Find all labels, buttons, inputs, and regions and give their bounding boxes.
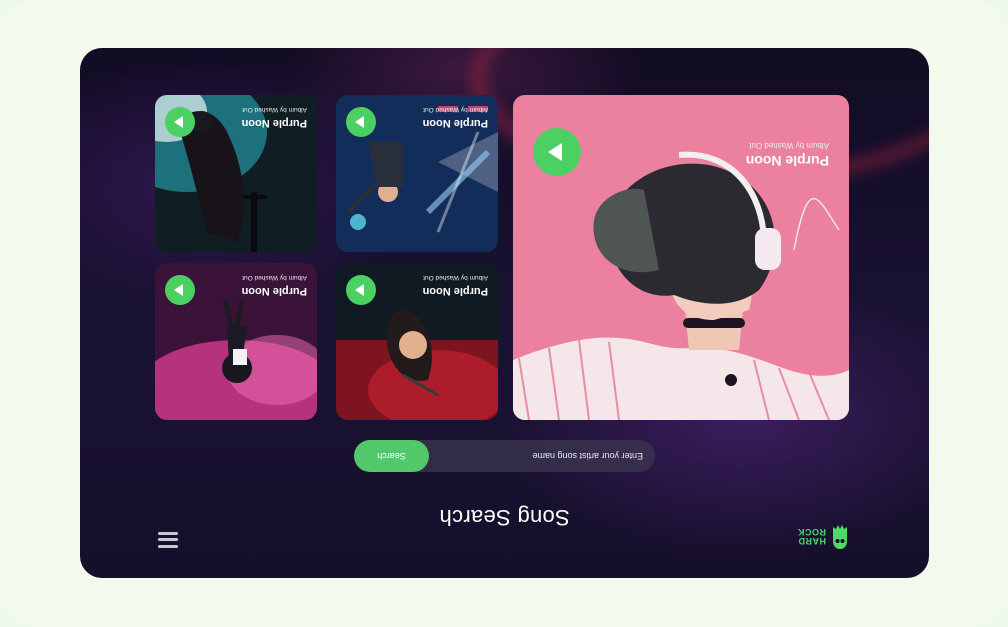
- search-input[interactable]: [443, 440, 643, 472]
- album-title: Purple Noon: [422, 285, 488, 297]
- play-icon[interactable]: [346, 107, 376, 137]
- play-triangle: [174, 116, 183, 128]
- menu-line: [158, 538, 178, 542]
- play-icon[interactable]: [165, 275, 195, 305]
- play-icon[interactable]: [533, 128, 581, 176]
- featured-album-title: Purple Noon: [745, 153, 829, 169]
- page-title: Song Search: [439, 505, 570, 530]
- featured-album-subtitle: Album by Washed Out: [749, 141, 829, 150]
- app-frame: HARD ROCK Song Search Search: [80, 48, 929, 578]
- search-button[interactable]: Search: [354, 440, 429, 472]
- search-bar: Search: [354, 440, 655, 472]
- play-triangle: [355, 284, 364, 296]
- album-title: Purple Noon: [241, 117, 307, 129]
- album-subtitle: Album by Washed Out: [242, 274, 307, 281]
- menu-line: [158, 545, 178, 548]
- play-triangle: [174, 284, 183, 296]
- album-subtitle: Album by Washed Out: [242, 106, 307, 113]
- album-card[interactable]: Purple Noon Album by Washed Out: [155, 263, 317, 420]
- album-card[interactable]: Purple Noon Album by Washed Out: [336, 95, 498, 252]
- play-triangle: [548, 143, 562, 161]
- album-subtitle: Album by Washed Out: [423, 274, 488, 281]
- hamburger-menu-icon[interactable]: [158, 532, 178, 548]
- album-subtitle: Album by Washed Out: [423, 106, 488, 113]
- music-app: HARD ROCK Song Search Search: [80, 48, 929, 578]
- play-triangle: [355, 116, 364, 128]
- album-title: Purple Noon: [241, 285, 307, 297]
- featured-album-card[interactable]: Purple Noon Album by Washed Out: [513, 95, 849, 420]
- album-card[interactable]: Purple Noon Album by Washed Out: [155, 95, 317, 252]
- page-background: HARD ROCK Song Search Search: [0, 0, 1008, 627]
- menu-line: [158, 532, 178, 535]
- play-icon[interactable]: [165, 107, 195, 137]
- album-title: Purple Noon: [422, 117, 488, 129]
- album-card[interactable]: Purple Noon Album by Washed Out: [336, 263, 498, 420]
- play-icon[interactable]: [346, 275, 376, 305]
- logo-text-line1: HARD: [798, 536, 826, 546]
